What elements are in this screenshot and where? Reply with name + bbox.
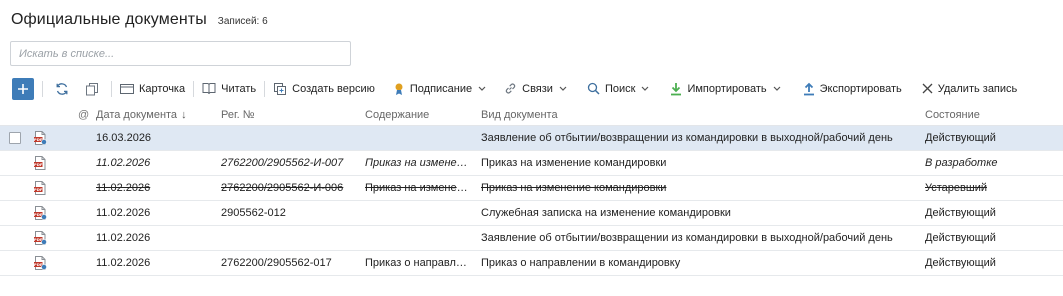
card-label: Карточка: [139, 82, 186, 95]
column-date-label: Дата документа: [96, 108, 178, 121]
column-attachment[interactable]: @: [78, 109, 89, 121]
create-version-button[interactable]: Создать версию: [273, 78, 375, 100]
record-count: Записей: 6: [217, 16, 268, 27]
chevron-down-icon: [773, 86, 781, 91]
search-label: Поиск: [604, 82, 636, 95]
card-icon: [120, 83, 134, 94]
refresh-button[interactable]: [51, 78, 73, 100]
export-button[interactable]: Экспортировать: [803, 78, 902, 100]
plus-icon: [18, 83, 28, 94]
page-header: Официальные документы Записей: 6: [11, 11, 268, 33]
toolbar: Карточка Читать Создать версию Подписани…: [0, 75, 1063, 102]
import-label: Импортировать: [687, 82, 767, 95]
svg-text:PDF: PDF: [34, 187, 43, 192]
cell-date: 11.02.2026: [96, 182, 151, 194]
close-icon: [922, 83, 933, 94]
link-icon: [505, 83, 516, 94]
documents-table: @ Дата документа ↓ Рег. № Содержание Вид …: [0, 104, 1063, 276]
cell-date: 11.02.2026: [96, 157, 151, 169]
chevron-down-icon: [559, 86, 567, 91]
pdf-icon: PDF: [33, 181, 47, 195]
column-content[interactable]: Содержание: [365, 109, 473, 121]
pdf-stamp-icon: PDF: [33, 256, 47, 270]
cell-reg-number: 2905562-012: [221, 207, 286, 219]
cell-state: Устаревший: [925, 182, 987, 194]
toolbar-divider: [264, 80, 266, 97]
links-dropdown[interactable]: Связи: [504, 78, 567, 100]
pdf-stamp-icon: PDF: [33, 206, 47, 220]
cell-state: Действующий: [925, 207, 996, 219]
table-row[interactable]: PDF 11.02.2026 Заявление об отбытии/возвра…: [0, 226, 1063, 251]
cell-document-type: Приказ о направлении в командировку: [481, 257, 681, 269]
table-row[interactable]: PDF 11.02.2026 2762200/2905562-И-006 Приказ…: [0, 176, 1063, 201]
create-version-label: Создать версию: [292, 82, 375, 95]
delete-label: Удалить запись: [937, 82, 1018, 95]
cell-reg-number: 2762200/2905562-017: [221, 257, 332, 269]
cell-document-type: Заявление об отбытии/возвращении из кома…: [481, 132, 893, 144]
cell-state: Действующий: [925, 232, 996, 244]
column-reg-number[interactable]: Рег. №: [221, 109, 361, 121]
cell-state: В разработке: [925, 157, 998, 169]
column-document-type[interactable]: Вид документа: [481, 109, 917, 121]
links-label: Связи: [522, 82, 553, 95]
cell-content: Приказ о направлении в командировку: [365, 257, 473, 269]
cell-content: Приказ на изменение командировки: [365, 182, 473, 194]
delete-button[interactable]: Удалить запись: [922, 78, 1018, 100]
cell-state: Действующий: [925, 132, 996, 144]
chevron-down-icon: [642, 86, 649, 91]
search-input[interactable]: [10, 41, 351, 66]
signing-label: Подписание: [409, 82, 473, 95]
import-icon: [671, 82, 682, 95]
cell-date: 11.02.2026: [96, 257, 151, 269]
table-row[interactable]: PDF 11.02.2026 2905562-012 Служебная записк…: [0, 201, 1063, 226]
read-button[interactable]: Читать: [202, 78, 256, 100]
search-icon: [587, 82, 600, 95]
cell-date: 16.03.2026: [96, 132, 152, 144]
cell-reg-number: 2762200/2905562-И-007: [221, 157, 344, 169]
refresh-icon: [56, 82, 68, 95]
svg-text:PDF: PDF: [34, 162, 43, 167]
export-icon: [803, 82, 814, 95]
cell-reg-number: 2762200/2905562-И-006: [221, 182, 344, 194]
chevron-down-icon: [478, 86, 486, 91]
table-row[interactable]: PDF 11.02.2026 2762200/2905562-И-007 Приказ…: [0, 151, 1063, 176]
toolbar-divider: [111, 80, 112, 97]
export-label: Экспортировать: [819, 82, 902, 95]
card-button[interactable]: Карточка: [120, 78, 185, 100]
pdf-icon: PDF: [33, 156, 47, 170]
column-state[interactable]: Состояние: [925, 109, 1055, 121]
pdf-stamp-icon: PDF: [33, 131, 47, 145]
add-button[interactable]: [12, 77, 34, 100]
cell-document-type: Приказ на изменение командировки: [481, 157, 667, 169]
signing-dropdown[interactable]: Подписание: [393, 78, 486, 100]
cell-document-type: Заявление об отбытии/возвращении из кома…: [481, 232, 893, 244]
read-label: Читать: [221, 82, 257, 95]
cell-date: 11.02.2026: [96, 232, 151, 244]
search-dropdown[interactable]: Поиск: [587, 78, 649, 100]
cell-document-type: Служебная записка на изменение командиро…: [481, 207, 731, 219]
cell-date: 11.02.2026: [96, 207, 151, 219]
column-date[interactable]: Дата документа ↓: [96, 109, 206, 121]
cell-state: Действующий: [925, 257, 996, 269]
copy-button[interactable]: [81, 78, 103, 100]
table-row[interactable]: PDF 16.03.2026 Заявление об отбытии/возвра…: [0, 126, 1063, 151]
cell-document-type: Приказ на изменение командировки: [481, 182, 667, 194]
signing-icon: [395, 83, 403, 95]
table-row[interactable]: PDF 11.02.2026 2762200/2905562-017 Приказ о…: [0, 251, 1063, 276]
new-version-icon: [274, 82, 287, 95]
sort-desc-icon: ↓: [181, 108, 187, 121]
page-title: Официальные документы: [11, 11, 207, 28]
table-body: PDF 16.03.2026 Заявление об отбытии/возвра…: [0, 126, 1063, 276]
copy-icon: [86, 82, 98, 95]
import-dropdown[interactable]: Импортировать: [670, 78, 781, 100]
cell-content: Приказ на изменение командировки: [365, 157, 473, 169]
toolbar-divider: [193, 80, 195, 97]
toolbar-divider: [42, 80, 43, 97]
table-header: @ Дата документа ↓ Рег. № Содержание Вид …: [0, 104, 1063, 126]
row-checkbox[interactable]: [9, 132, 21, 144]
pdf-stamp-icon: PDF: [33, 231, 47, 245]
book-icon: [202, 83, 216, 95]
